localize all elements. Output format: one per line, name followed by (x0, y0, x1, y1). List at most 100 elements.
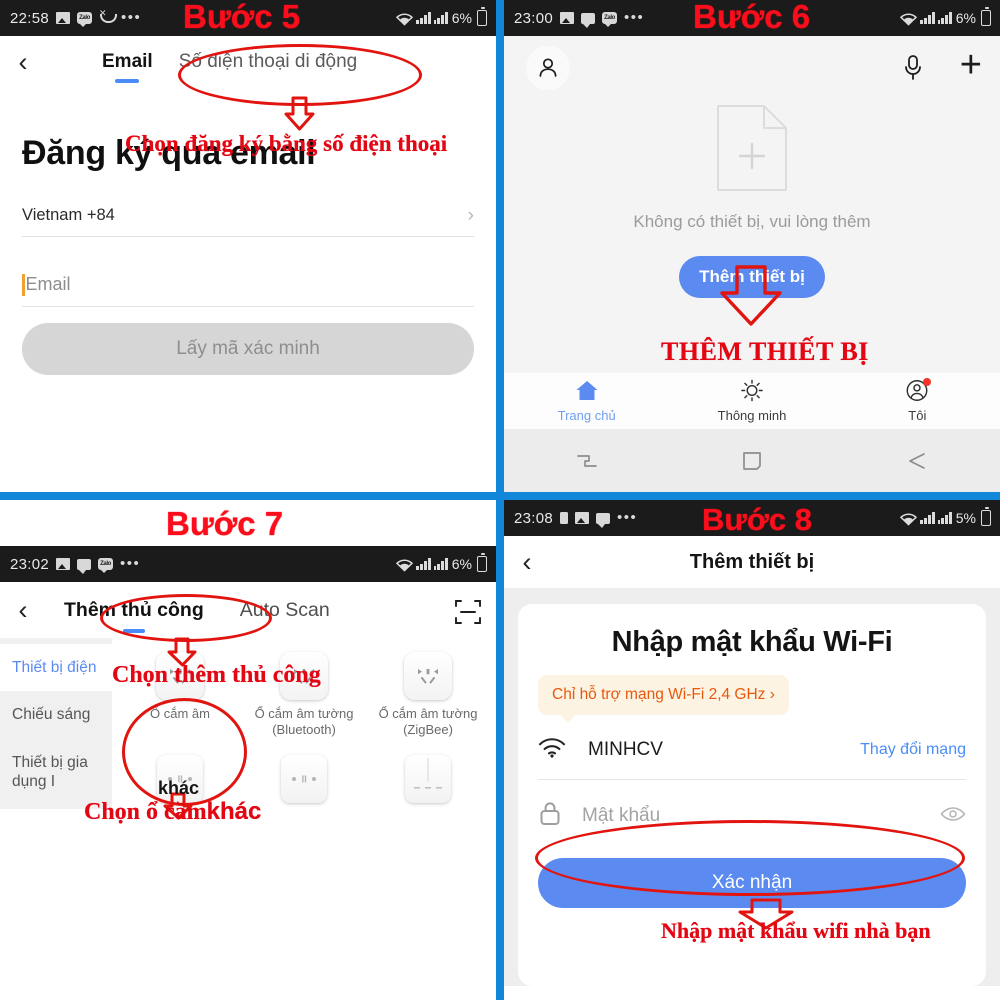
status-time: 23:00 (514, 9, 554, 27)
panel-step-7: 23:02 Zalo ••• 6% ‹ Thêm thủ công Auto S… (0, 500, 496, 1000)
back-button[interactable]: ‹ (0, 595, 46, 626)
lock-icon (538, 800, 562, 832)
battery-saver-icon (560, 512, 569, 524)
zalo-icon: Zalo (98, 558, 114, 573)
photo-icon (560, 12, 575, 24)
qr-scan-icon[interactable] (454, 598, 482, 631)
password-placeholder: Mật khẩu (582, 805, 661, 826)
chat-icon (581, 12, 596, 28)
step-7-note-b: Chọn ổ cămkhác (84, 798, 262, 825)
tab-mobile-number[interactable]: Số điện thoại di động (179, 51, 358, 73)
back-arrow-icon[interactable] (835, 450, 1000, 472)
tab-auto-scan[interactable]: Auto Scan (240, 599, 330, 622)
signal-bars-icon-2 (433, 12, 448, 24)
overflow-dots-icon: ••• (121, 9, 142, 26)
change-network-link[interactable]: Thay đổi mạng (860, 741, 966, 759)
get-verification-code-button[interactable]: Lấy mã xác minh (22, 323, 474, 375)
tab-home[interactable]: Trang chủ (504, 373, 669, 429)
step-6-note: THÊM THIẾT BỊ (661, 337, 869, 366)
recents-icon[interactable] (504, 450, 669, 472)
status-bar-left: 23:08 ••• (514, 509, 638, 528)
panel-step-5: 22:58 Zalo ••• 6% ‹ Email Số điện thoại … (0, 0, 496, 492)
back-button[interactable]: ‹ (0, 47, 46, 78)
signal-bars-icon-2 (937, 512, 952, 524)
person-icon[interactable] (526, 46, 570, 90)
empty-state-text: Không có thiết bị, vui lòng thêm (633, 212, 871, 231)
step-5-note: Chọn đăng ký bằng số điện thoại (125, 131, 448, 156)
device-label: Ổ cắm âm tường (ZigBee) (378, 706, 478, 738)
country-selector[interactable]: Vietnam +84 › (22, 195, 474, 237)
add-icon[interactable]: + (960, 46, 982, 84)
sun-icon (739, 379, 765, 405)
signal-bars-icon-2 (937, 12, 952, 24)
status-bar-left: 23:02 Zalo ••• (10, 555, 140, 574)
battery-icon (477, 553, 487, 572)
photo-icon (575, 512, 590, 524)
status-bar-right: 6% (900, 0, 991, 36)
photo-icon (56, 12, 71, 24)
auth-tabs: ‹ Email Số điện thoại di động (0, 36, 496, 88)
battery-icon (477, 7, 487, 26)
missed-call-icon (99, 8, 118, 24)
tab-smart[interactable]: Thông minh (669, 373, 834, 429)
chevron-right-icon: › (467, 204, 474, 226)
status-time: 23:02 (10, 555, 50, 573)
down-arrow-annotation (284, 96, 315, 131)
password-field[interactable]: Mật khẩu (538, 779, 966, 832)
battery-percent: 5% (955, 510, 976, 526)
signal-bars-icon-1 (416, 558, 431, 570)
signal-bars-icon-2 (433, 558, 448, 570)
battery-percent: 6% (451, 10, 472, 26)
ssid-row: MINHCV Thay đổi mạng (538, 737, 966, 763)
switch-icon (281, 754, 327, 803)
home-screen: + Không có thiết bị, vui lòng thêm Thêm … (504, 36, 1000, 492)
sidebar-item-appliances[interactable]: Thiết bị gia dụng I (0, 739, 112, 806)
sidebar-item-electrical[interactable]: Thiết bị điện (0, 644, 112, 692)
add-device-tabs: ‹ Thêm thủ công Auto Scan (0, 582, 496, 638)
wifi-icon (900, 512, 918, 526)
chat-icon (596, 512, 611, 528)
battery-icon (981, 7, 991, 26)
overflow-dots-icon: ••• (617, 509, 638, 526)
step-6-title: Bước 6 (693, 0, 811, 35)
home-icon (574, 379, 600, 405)
battery-percent: 6% (955, 10, 976, 26)
chat-icon (77, 558, 92, 574)
home-square-icon[interactable] (669, 449, 834, 473)
zalo-icon: Zalo (77, 12, 93, 27)
wifi-band-tip[interactable]: Chỉ hỗ trợ mạng Wi-Fi 2,4 GHz › (538, 675, 789, 723)
tab-smart-label: Thông minh (717, 408, 787, 423)
switch-panel-icon (405, 754, 451, 803)
tab-me[interactable]: Tôi (835, 373, 1000, 429)
status-bar-right: 5% (900, 500, 991, 536)
wifi-icon (396, 558, 414, 572)
down-arrow-annotation (720, 265, 782, 326)
photo-icon (56, 558, 71, 570)
step-5-title: Bước 5 (183, 0, 301, 35)
tab-email[interactable]: Email (102, 51, 153, 73)
tab-home-label: Trang chủ (557, 408, 616, 423)
eye-icon[interactable] (940, 806, 966, 827)
text-caret (22, 273, 25, 296)
device-label: Ổ cắm âm tường (Bluetooth) (254, 706, 354, 738)
wifi-icon (900, 12, 918, 26)
app-header: ‹ Thêm thiết bị (504, 536, 1000, 588)
status-bar-left: 22:58 Zalo ••• (10, 8, 142, 27)
empty-document-icon (714, 102, 790, 194)
battery-percent: 6% (451, 556, 472, 572)
ssid-name: MINHCV (588, 739, 663, 760)
socket-icon (404, 652, 452, 700)
email-field[interactable]: Email (22, 263, 474, 307)
device-item-socket-zigbee[interactable]: Ổ cắm âm tường (ZigBee) (366, 652, 490, 739)
status-time: 22:58 (10, 9, 50, 27)
microphone-icon[interactable] (902, 54, 924, 87)
page-title: Thêm thiết bị (689, 550, 815, 573)
tab-me-label: Tôi (908, 408, 927, 423)
tab-add-manually[interactable]: Thêm thủ công (64, 599, 204, 622)
home-topbar: + (504, 36, 1000, 98)
device-item-switch-panel[interactable] (366, 754, 490, 809)
bottom-tab-bar: Trang chủ Thông minh Tôi (504, 373, 1000, 429)
sidebar-item-lighting[interactable]: Chiếu sáng (0, 691, 112, 738)
step-7-note-a: Chọn thêm thủ công (112, 662, 321, 688)
wifi-icon (538, 737, 566, 763)
